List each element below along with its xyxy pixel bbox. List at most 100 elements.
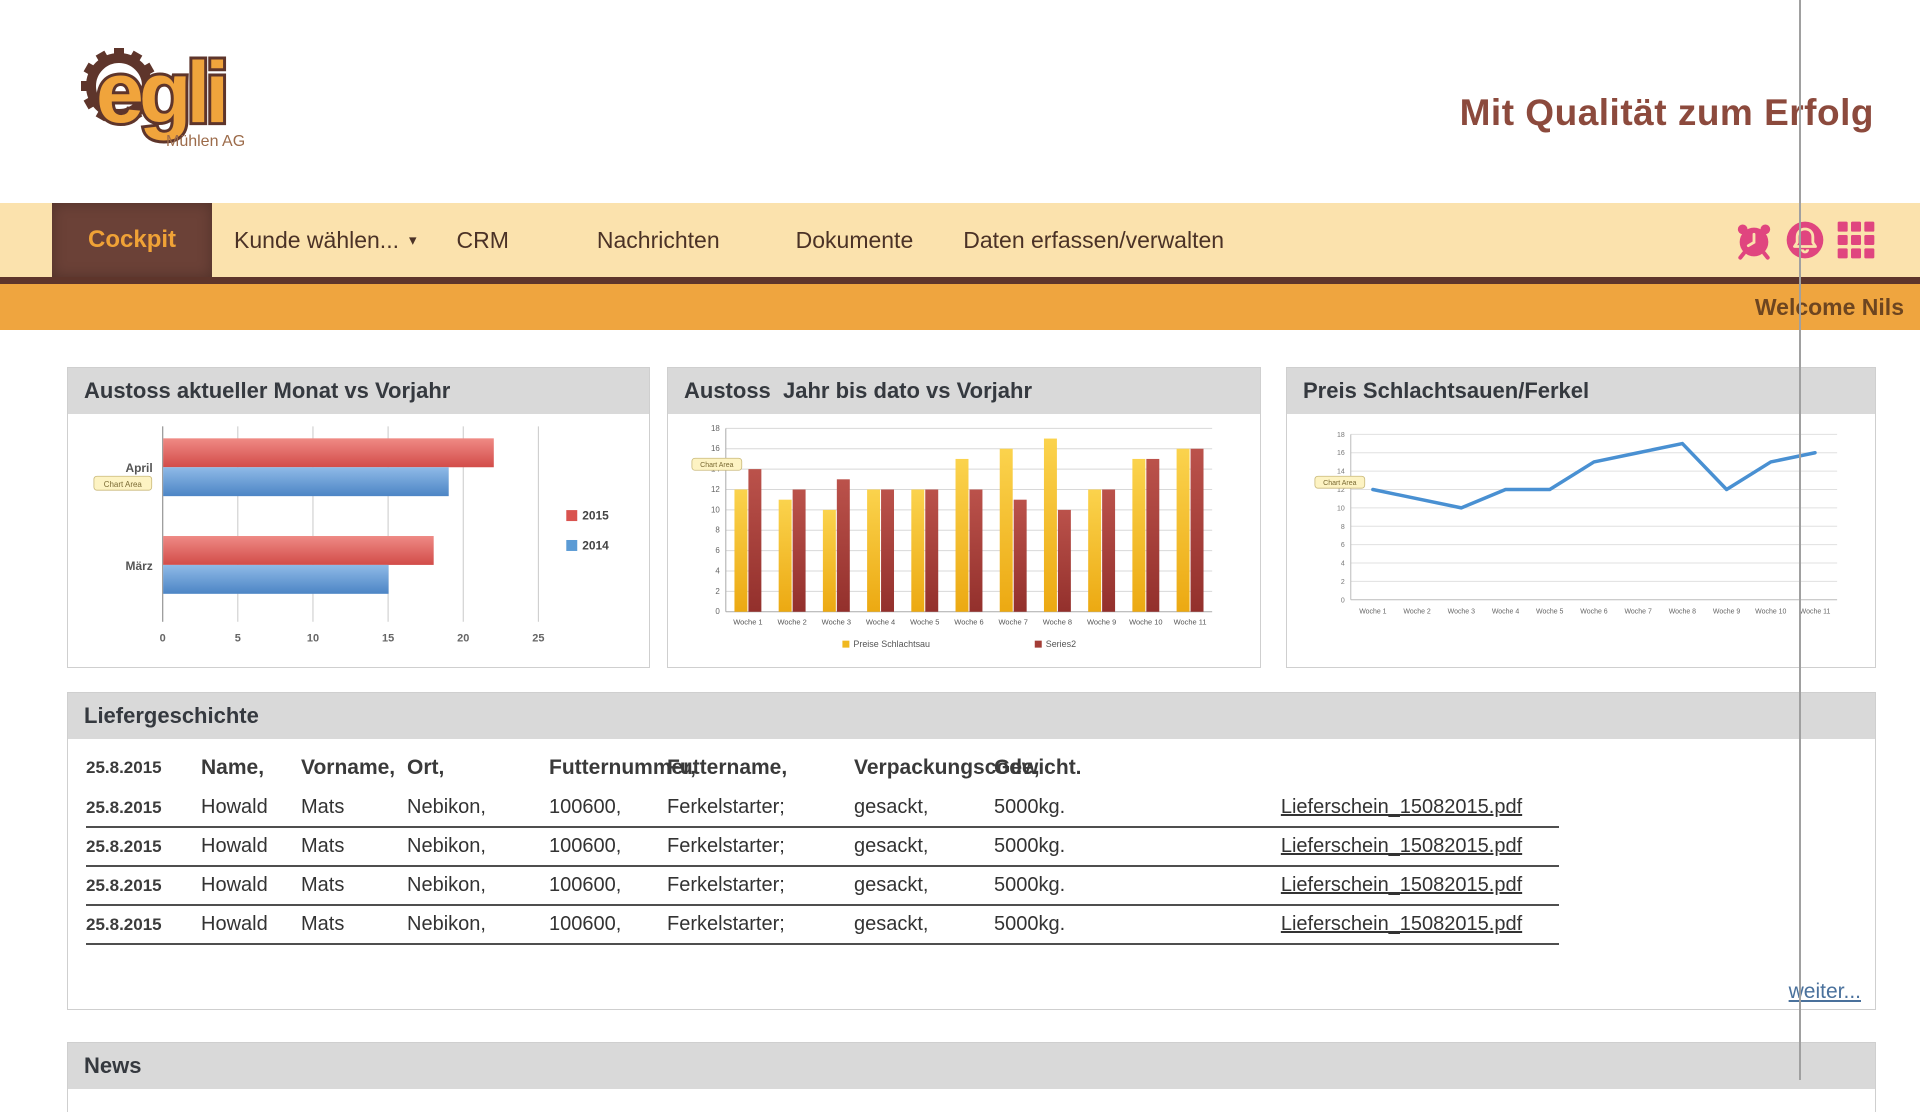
svg-text:18: 18 — [711, 424, 720, 433]
svg-text:Woche 11: Woche 11 — [1800, 609, 1831, 616]
company-tagline: Mit Qualität zum Erfolg — [1460, 92, 1874, 134]
nav-divider — [0, 277, 1920, 284]
svg-text:2: 2 — [1341, 579, 1345, 586]
delivery-cell: Nebikon, — [407, 835, 549, 858]
svg-text:4: 4 — [715, 566, 720, 575]
svg-text:Woche 5: Woche 5 — [910, 618, 939, 627]
table-row: 25.8.2015HowaldMatsNebikon,100600,Ferkel… — [86, 867, 1559, 906]
svg-text:Woche 2: Woche 2 — [777, 618, 806, 627]
svg-text:Series2: Series2 — [1046, 639, 1076, 649]
delivery-cell: 25.8.2015 — [86, 837, 201, 857]
svg-text:Woche 11: Woche 11 — [1174, 618, 1207, 627]
svg-text:2015: 2015 — [582, 509, 609, 523]
svg-text:Chart Area: Chart Area — [104, 480, 143, 489]
svg-text:10: 10 — [1337, 505, 1345, 512]
chevron-down-icon[interactable]: ▾ — [409, 231, 417, 249]
delivery-cell: 5000kg. — [994, 913, 1244, 936]
delivery-document-link[interactable]: Lieferschein_15082015.pdf — [1244, 796, 1559, 819]
svg-text:Woche 3: Woche 3 — [822, 618, 851, 627]
nav-item-crm[interactable]: CRM — [457, 227, 509, 254]
panel-delivery-history: Liefergeschichte 25.8.2015Name,Vorname,O… — [67, 692, 1876, 1010]
delivery-document-link[interactable]: Lieferschein_15082015.pdf — [1244, 874, 1559, 897]
table-row: 25.8.2015HowaldMatsNebikon,100600,Ferkel… — [86, 828, 1559, 867]
delivery-col-header: Name, — [201, 756, 301, 780]
svg-text:Woche 9: Woche 9 — [1087, 618, 1116, 627]
delivery-table: 25.8.2015Name,Vorname,Ort,Futternummer,F… — [68, 739, 1875, 1010]
delivery-col-header: Vorname, — [301, 756, 407, 780]
delivery-cell: Howald — [201, 796, 301, 819]
delivery-cell: gesackt, — [854, 796, 994, 819]
nav-item-kunde-waehlen[interactable]: Kunde wählen... — [234, 227, 399, 254]
delivery-cell: Ferkelstarter; — [667, 796, 854, 819]
svg-text:10: 10 — [711, 505, 720, 514]
table-row: 25.8.2015HowaldMatsNebikon,100600,Ferkel… — [86, 906, 1559, 945]
welcome-text: Welcome Nils — [1755, 284, 1904, 330]
delivery-document-link[interactable]: Lieferschein_15082015.pdf — [1244, 835, 1559, 858]
logo-wordmark: egli — [96, 45, 224, 141]
delivery-cell: Howald — [201, 835, 301, 858]
nav-item-nachrichten[interactable]: Nachrichten — [597, 227, 720, 254]
svg-text:Woche 8: Woche 8 — [1669, 609, 1696, 616]
svg-text:16: 16 — [1337, 450, 1345, 457]
egli-logo: egli Mühlen AG — [70, 30, 330, 170]
delivery-cell: gesackt, — [854, 874, 994, 897]
delivery-cell: Ferkelstarter; — [667, 835, 854, 858]
svg-text:Woche 7: Woche 7 — [1624, 609, 1651, 616]
monthly-output-chart-body: 0510152025AprilMärzChart Area20152014 — [68, 414, 649, 667]
svg-text:Woche 9: Woche 9 — [1713, 609, 1740, 616]
svg-text:März: März — [126, 559, 153, 573]
nav-item-daten-erfassen[interactable]: Daten erfassen/verwalten — [963, 227, 1224, 254]
bell-icon[interactable] — [1785, 220, 1825, 260]
table-row: 25.8.2015HowaldMatsNebikon,100600,Ferkel… — [86, 789, 1559, 828]
price-line-chart: 024681012141618Woche 1Woche 2Woche 3Woch… — [1287, 414, 1875, 664]
svg-text:6: 6 — [715, 546, 720, 555]
delivery-col-header: Gewicht. — [994, 756, 1244, 780]
svg-text:April: April — [126, 461, 153, 475]
svg-text:Preise Schlachtsau: Preise Schlachtsau — [853, 639, 930, 649]
svg-text:14: 14 — [1337, 469, 1345, 476]
panel-title: Preis Schlachtsauen/Ferkel — [1287, 368, 1875, 414]
svg-text:6: 6 — [1341, 542, 1345, 549]
panel-monthly-output: Austoss aktueller Monat vs Vorjahr 05101… — [67, 367, 650, 668]
delivery-cell: Ferkelstarter; — [667, 913, 854, 936]
delivery-col-header: Futtername, — [667, 756, 854, 780]
svg-text:4: 4 — [1341, 561, 1345, 568]
delivery-col-header: Verpackungscode, — [854, 756, 994, 780]
delivery-cell: Nebikon, — [407, 913, 549, 936]
panel-title: Liefergeschichte — [68, 693, 1875, 739]
welcome-bar: Welcome Nils — [0, 284, 1920, 330]
svg-text:Woche 10: Woche 10 — [1129, 618, 1163, 627]
delivery-col-header: Futternummer, — [549, 756, 667, 780]
delivery-cell: 100600, — [549, 874, 667, 897]
panel-news: News — [67, 1042, 1876, 1112]
svg-text:0: 0 — [715, 607, 720, 616]
delivery-header-row: 25.8.2015Name,Vorname,Ort,Futternummer,F… — [86, 747, 1559, 789]
svg-text:16: 16 — [711, 444, 720, 453]
news-body — [68, 1089, 1875, 1113]
alarm-clock-icon[interactable] — [1734, 220, 1774, 260]
svg-text:Woche 2: Woche 2 — [1403, 609, 1430, 616]
delivery-cell: Howald — [201, 874, 301, 897]
svg-text:15: 15 — [382, 633, 394, 645]
panel-title: News — [68, 1043, 1875, 1089]
svg-text:0: 0 — [160, 633, 166, 645]
delivery-cell: gesackt, — [854, 913, 994, 936]
svg-text:0: 0 — [1341, 597, 1345, 604]
delivery-cell: Mats — [301, 874, 407, 897]
delivery-document-link[interactable]: Lieferschein_15082015.pdf — [1244, 913, 1559, 936]
svg-text:Woche 3: Woche 3 — [1448, 609, 1475, 616]
page-header: egli Mühlen AG Mit Qualität zum Erfolg — [0, 0, 1920, 203]
delivery-cell: 5000kg. — [994, 796, 1244, 819]
nav-item-dokumente[interactable]: Dokumente — [796, 227, 914, 254]
delivery-cell: Nebikon, — [407, 796, 549, 819]
grid-icon[interactable] — [1836, 220, 1876, 260]
svg-text:5: 5 — [235, 633, 241, 645]
svg-text:Woche 4: Woche 4 — [1492, 609, 1519, 616]
svg-text:10: 10 — [307, 633, 319, 645]
nav-tab-cockpit[interactable]: Cockpit — [52, 203, 212, 277]
delivery-col-header: Ort, — [407, 756, 549, 780]
delivery-cell: 100600, — [549, 835, 667, 858]
svg-text:12: 12 — [711, 485, 720, 494]
panel-price-line: Preis Schlachtsauen/Ferkel 0246810121416… — [1286, 367, 1876, 668]
svg-text:Woche 10: Woche 10 — [1755, 609, 1786, 616]
